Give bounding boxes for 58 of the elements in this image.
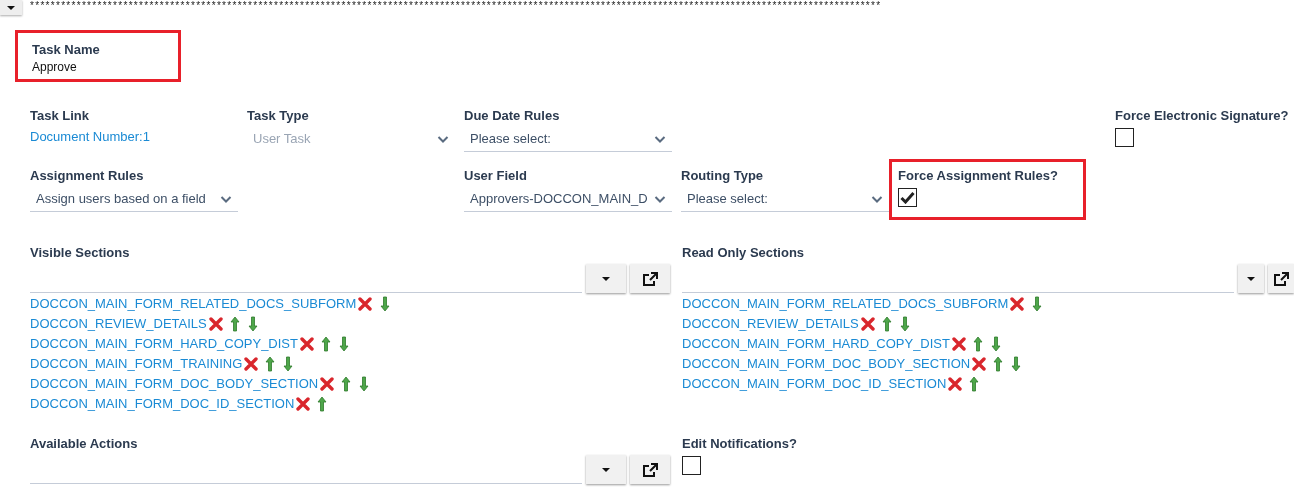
field-label: Assignment Rules xyxy=(30,168,145,184)
section-link[interactable]: DOCCON_MAIN_FORM_DOC_BODY_SECTION xyxy=(682,354,971,374)
chevron-icon xyxy=(871,195,883,203)
section-link[interactable]: DOCCON_MAIN_FORM_HARD_COPY_DIST xyxy=(682,334,950,354)
remove-icon xyxy=(358,297,373,311)
chevron-icon xyxy=(437,135,449,143)
section-link[interactable]: DOCCON_MAIN_FORM_RELATED_DOCS_SUBFORM xyxy=(30,294,357,314)
field-label: Available Actions xyxy=(30,436,139,452)
remove-icon xyxy=(244,357,259,371)
open-button[interactable] xyxy=(1268,264,1294,293)
remove-icon xyxy=(208,317,223,331)
field-label: Visible Sections xyxy=(30,245,131,261)
field-label: User Field xyxy=(464,168,528,184)
remove-icon xyxy=(948,377,963,391)
divider-line: ******************************************************************************************************************************************************************** xyxy=(30,0,882,12)
field-label: Due Date Rules xyxy=(464,108,561,124)
remove-icon xyxy=(952,337,966,351)
section-link[interactable]: DOCCON_MAIN_FORM_DOC_BODY_SECTION xyxy=(30,374,319,394)
field-label: Edit Notifications? xyxy=(682,436,798,452)
section-link[interactable]: DOCCON_MAIN_FORM_DOC_ID_SECTION xyxy=(682,374,947,394)
remove-icon xyxy=(972,357,987,371)
remove-icon xyxy=(300,337,314,351)
field-label: Force Electronic Signature? xyxy=(1115,108,1290,124)
caret-icon xyxy=(1246,275,1256,282)
field-label: Force Assignment Rules? xyxy=(898,168,1059,184)
remove-icon xyxy=(860,317,875,331)
section-link[interactable]: DOCCON_MAIN_FORM_RELATED_DOCS_SUBFORM xyxy=(682,294,1009,314)
field-value: Approve xyxy=(32,59,78,76)
field-label: Task Name xyxy=(32,42,101,58)
checkmark-icon xyxy=(900,191,915,204)
checkbox[interactable] xyxy=(898,188,917,207)
remove-icon xyxy=(296,397,311,411)
section-link[interactable]: DOCCON_MAIN_FORM_HARD_COPY_DIST xyxy=(30,334,298,354)
caret-icon xyxy=(6,4,16,11)
chevron-icon xyxy=(654,135,666,143)
external-link-icon xyxy=(641,461,659,478)
chevron-icon xyxy=(654,195,666,203)
section-link[interactable]: DOCCON_MAIN_FORM_TRAINING xyxy=(30,354,243,374)
remove-icon xyxy=(320,377,335,391)
external-link-icon xyxy=(1272,270,1290,287)
caret-icon xyxy=(601,466,611,473)
task-link[interactable]: Document Number:1 xyxy=(30,127,150,147)
external-link-icon xyxy=(641,270,659,287)
dropdown-button[interactable] xyxy=(0,0,22,15)
field-label: Read Only Sections xyxy=(682,245,806,261)
caret-icon xyxy=(601,275,611,282)
checkbox[interactable] xyxy=(1115,128,1134,147)
remove-icon xyxy=(1010,297,1025,311)
field-label: Routing Type xyxy=(681,168,765,184)
section-link[interactable]: DOCCON_REVIEW_DETAILS xyxy=(682,314,859,334)
open-button[interactable] xyxy=(630,455,670,484)
section-link[interactable]: DOCCON_MAIN_FORM_DOC_ID_SECTION xyxy=(30,394,295,414)
field-label: Task Type xyxy=(247,108,310,124)
section-link[interactable]: DOCCON_REVIEW_DETAILS xyxy=(30,314,207,334)
open-button[interactable] xyxy=(630,264,670,293)
checkbox[interactable] xyxy=(682,456,701,475)
chevron-icon xyxy=(220,195,232,203)
field-label: Task Link xyxy=(30,108,90,124)
